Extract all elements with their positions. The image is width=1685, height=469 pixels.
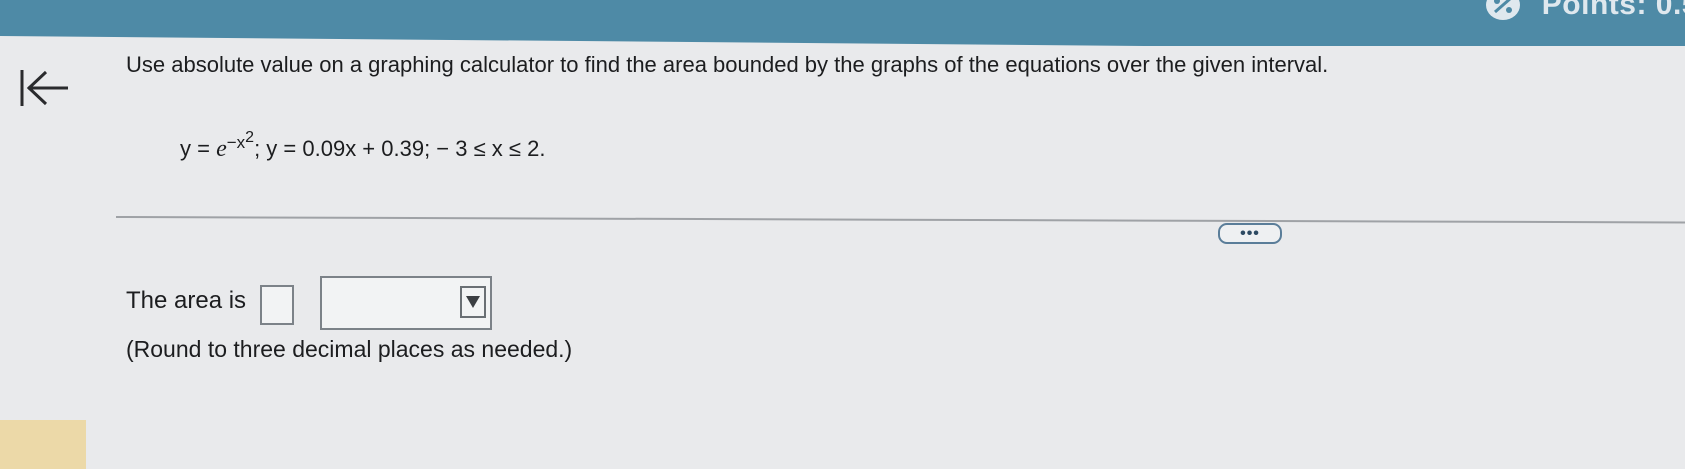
equation-exponent: −x2 bbox=[226, 129, 254, 152]
points-status-icon bbox=[1486, 0, 1520, 20]
equation-prefix: y = bbox=[180, 136, 217, 161]
equation-base: e bbox=[216, 136, 227, 162]
area-answer-input[interactable] bbox=[260, 285, 295, 325]
dropdown-arrow-icon[interactable] bbox=[460, 286, 486, 318]
points-label: Points: 0.5 bbox=[1541, 0, 1685, 21]
section-divider bbox=[115, 216, 1685, 224]
rounding-instruction: (Round to three decimal places as needed… bbox=[126, 336, 573, 362]
answer-prefix-label: The area is bbox=[126, 287, 247, 314]
left-edge-strip bbox=[0, 420, 86, 469]
equation-exponent-sign: −x bbox=[226, 133, 246, 152]
more-options-button[interactable]: ••• bbox=[1218, 223, 1282, 244]
question-prompt: Use absolute value on a graphing calcula… bbox=[126, 52, 1329, 77]
equation-rest: ; y = 0.09x + 0.39; − 3 ≤ x ≤ 2. bbox=[254, 136, 546, 161]
unit-select-dropdown[interactable] bbox=[320, 276, 492, 330]
first-page-arrow-icon[interactable] bbox=[16, 66, 72, 110]
equation-exponent-power: 2 bbox=[245, 129, 255, 146]
answer-row: The area is bbox=[126, 276, 295, 326]
equation: y = e−x2; y = 0.09x + 0.39; − 3 ≤ x ≤ 2. bbox=[180, 129, 546, 163]
